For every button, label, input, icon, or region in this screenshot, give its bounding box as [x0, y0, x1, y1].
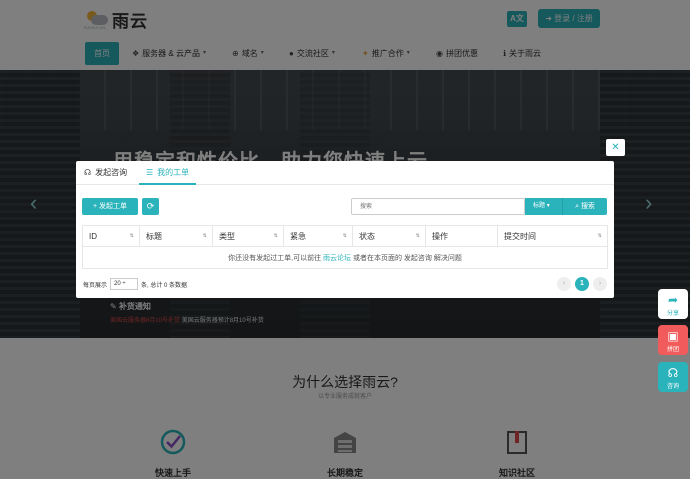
column-label: 提交时间: [504, 231, 536, 241]
tab-my-tickets[interactable]: ☰ 我的工单: [139, 161, 197, 185]
headset-icon: ☊: [667, 366, 679, 380]
new-ticket-button[interactable]: + 发起工单: [82, 198, 138, 215]
forum-link[interactable]: 雨云论坛: [323, 255, 351, 262]
column-header-status[interactable]: 状态 ⇅: [352, 225, 426, 247]
group-buy-float-button[interactable]: ▣ 拼团: [658, 325, 688, 355]
search-button[interactable]: ⌕ 搜索: [562, 198, 607, 215]
list-icon: ☰: [146, 168, 154, 177]
per-page-select[interactable]: 20 ÷: [110, 278, 139, 290]
tab-label: 我的工单: [157, 168, 190, 177]
tab-label: 发起咨询: [95, 168, 128, 177]
empty-text-before: 你还没有发起过工单,可以前往: [228, 254, 324, 262]
pagination-info: 每页展示 20 ÷ 条, 总计 0 条数据: [83, 278, 187, 290]
per-page-label: 每页展示: [83, 282, 108, 289]
total-summary: 条, 总计 0 条数据: [141, 282, 188, 289]
share-button[interactable]: ➦ 分享: [658, 289, 688, 319]
empty-text-after: 或者在本页面的 发起咨询 解决问题: [351, 254, 462, 262]
ticket-table: ID ⇅ 标题 ⇅ 类型 ⇅ 紧急 ⇅ 状态 ⇅ 操作 提交时间 ⇅ 你还没有发起过工单,可…: [82, 225, 608, 269]
headset-icon: ☊: [84, 168, 92, 177]
column-label: 类型: [219, 231, 235, 241]
prev-page-button[interactable]: ‹: [557, 277, 571, 291]
share-label: 分享: [666, 311, 679, 317]
share-icon: ➦: [667, 293, 679, 307]
tab-start-consult[interactable]: ☊ 发起咨询: [84, 161, 127, 185]
column-header-urgency[interactable]: 紧急 ⇅: [283, 225, 353, 247]
sort-icon: ⇅: [202, 233, 207, 239]
search-button-label: 搜索: [580, 203, 595, 210]
column-header-id[interactable]: ID ⇅: [82, 225, 140, 247]
sort-icon: ⇅: [597, 233, 602, 239]
column-header-actions: 操作: [425, 225, 498, 247]
table-header-row: ID ⇅ 标题 ⇅ 类型 ⇅ 紧急 ⇅ 状态 ⇅ 操作 提交时间 ⇅: [82, 225, 608, 247]
sort-icon: ⇅: [129, 233, 134, 239]
column-header-title[interactable]: 标题 ⇅: [139, 225, 213, 247]
consult-label: 咨询: [666, 384, 679, 390]
chevron-down-icon: ▾: [546, 203, 550, 209]
column-label: ID: [89, 231, 97, 241]
empty-row: 你还没有发起过工单,可以前往 雨云论坛 或者在本页面的 发起咨询 解决问题: [82, 246, 608, 269]
page-1-button[interactable]: 1: [575, 277, 589, 291]
shopping-bag-icon: ▣: [667, 329, 679, 343]
per-page-value: 20: [114, 281, 121, 287]
empty-message: 你还没有发起过工单,可以前往 雨云论坛 或者在本页面的 发起咨询 解决问题: [82, 246, 608, 269]
modal-tabs: ☊ 发起咨询 ☰ 我的工单: [76, 161, 614, 185]
next-page-button[interactable]: ›: [593, 277, 607, 291]
column-label: 紧急: [290, 231, 306, 241]
sort-icon: ⇅: [342, 233, 347, 239]
sort-icon: ⇅: [415, 233, 420, 239]
search-input[interactable]: [351, 198, 525, 215]
column-label: 状态: [359, 231, 375, 241]
search-field-label: 标题: [533, 203, 546, 209]
modal-close-button[interactable]: ✕: [606, 139, 625, 156]
column-label: 标题: [146, 231, 162, 241]
consult-float-button[interactable]: ☊ 咨询: [658, 362, 688, 392]
column-header-type[interactable]: 类型 ⇅: [212, 225, 284, 247]
refresh-button[interactable]: ⟳: [142, 198, 159, 215]
group-buy-label: 拼团: [666, 347, 679, 353]
column-header-submit-time[interactable]: 提交时间 ⇅: [497, 225, 608, 247]
sort-icon: ⇅: [273, 233, 278, 239]
column-label: 操作: [432, 231, 448, 241]
refresh-icon: ⟳: [146, 201, 155, 211]
ticket-modal: ☊发起咨询 ☰我的工单 + 发起工单 ⟳ 标题 ▾ ⌕ 搜索 ID ⇅ 标题 ⇅ 类…: [76, 161, 614, 298]
search-field-select[interactable]: 标题 ▾: [525, 198, 562, 215]
